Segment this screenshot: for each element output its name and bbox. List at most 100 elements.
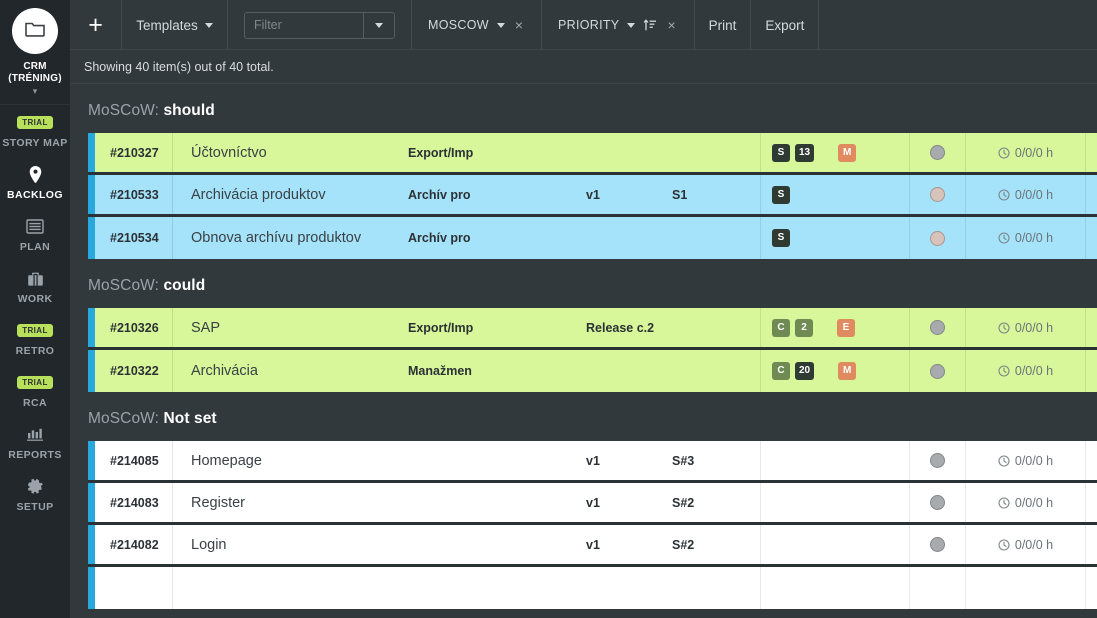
- row-id[interactable]: #214082: [95, 525, 173, 564]
- row-sprint[interactable]: S#2: [672, 525, 760, 564]
- row-title[interactable]: Register: [173, 483, 408, 522]
- item-badge[interactable]: 20: [795, 362, 814, 380]
- row-sprint[interactable]: S1: [672, 175, 760, 214]
- item-badge[interactable]: S: [772, 144, 790, 162]
- table-row[interactable]: #214085Homepagev1S#30/0/0 h: [88, 441, 1097, 483]
- project-switcher-chevron-down-icon[interactable]: ▾: [33, 87, 38, 96]
- item-badge[interactable]: 13: [795, 144, 814, 162]
- row-epic[interactable]: Archív pro: [408, 175, 586, 214]
- row-version[interactable]: [586, 350, 672, 392]
- status-badge[interactable]: [930, 231, 945, 246]
- item-badge[interactable]: M: [838, 144, 856, 162]
- print-button[interactable]: Print: [695, 0, 752, 50]
- sort-ascending-icon[interactable]: [643, 18, 657, 32]
- chevron-down-icon[interactable]: [627, 23, 635, 28]
- row-drag-handle[interactable]: [88, 350, 95, 392]
- row-title[interactable]: Login: [173, 525, 408, 564]
- item-badge[interactable]: S: [772, 186, 790, 204]
- sidebar-item-setup[interactable]: SETUP: [0, 469, 70, 521]
- table-row[interactable]: [88, 567, 1097, 609]
- item-badge[interactable]: 2: [795, 319, 813, 337]
- item-badge[interactable]: C: [772, 319, 790, 337]
- row-sprint[interactable]: [672, 350, 760, 392]
- row-version[interactable]: [586, 133, 672, 172]
- table-row[interactable]: #214083Registerv1S#20/0/0 h: [88, 483, 1097, 525]
- row-title[interactable]: Archivácia: [173, 350, 408, 392]
- row-version[interactable]: v1: [586, 175, 672, 214]
- row-epic[interactable]: Manažmen: [408, 350, 586, 392]
- filter-dropdown-button[interactable]: [363, 13, 394, 38]
- row-sprint[interactable]: S#2: [672, 483, 760, 522]
- row-sprint[interactable]: [672, 308, 760, 347]
- row-title[interactable]: Archivácia produktov: [173, 175, 408, 214]
- row-epic[interactable]: [408, 441, 586, 480]
- row-epic[interactable]: [408, 567, 586, 609]
- status-badge[interactable]: [930, 495, 945, 510]
- filter-chip-moscow[interactable]: MOSCOW ×: [412, 0, 542, 50]
- project-logo[interactable]: [12, 8, 58, 54]
- row-epic[interactable]: [408, 483, 586, 522]
- table-row[interactable]: #210327ÚčtovníctvoExport/ImpS13M0/0/0 h: [88, 133, 1097, 175]
- row-title[interactable]: Obnova archívu produktov: [173, 217, 408, 259]
- row-drag-handle[interactable]: [88, 441, 95, 480]
- table-row[interactable]: #210322ArchiváciaManažmenC20M0/0/0 h: [88, 350, 1097, 392]
- row-version[interactable]: v1: [586, 525, 672, 564]
- row-sprint[interactable]: S#3: [672, 441, 760, 480]
- close-icon[interactable]: ×: [665, 18, 677, 32]
- sidebar-item-story-map[interactable]: TRIAL STORY MAP: [0, 105, 70, 157]
- row-drag-handle[interactable]: [88, 525, 95, 564]
- row-sprint[interactable]: [672, 217, 760, 259]
- row-id[interactable]: #214083: [95, 483, 173, 522]
- status-badge[interactable]: [930, 537, 945, 552]
- item-badge[interactable]: E: [837, 319, 855, 337]
- row-id[interactable]: #210327: [95, 133, 173, 172]
- row-epic[interactable]: [408, 525, 586, 564]
- row-id[interactable]: #210326: [95, 308, 173, 347]
- sidebar-item-retro[interactable]: TRIAL RETRO: [0, 313, 70, 365]
- row-drag-handle[interactable]: [88, 567, 95, 609]
- table-row[interactable]: #214082Loginv1S#20/0/0 h: [88, 525, 1097, 567]
- sidebar-item-work[interactable]: WORK: [0, 261, 70, 313]
- row-id[interactable]: #210322: [95, 350, 173, 392]
- filter-chip-priority[interactable]: PRIORITY ×: [542, 0, 695, 50]
- status-badge[interactable]: [930, 320, 945, 335]
- row-epic[interactable]: Export/Imp: [408, 308, 586, 347]
- item-badge[interactable]: M: [838, 362, 856, 380]
- row-version[interactable]: Release c.2: [586, 308, 672, 347]
- row-id[interactable]: #214085: [95, 441, 173, 480]
- row-sprint[interactable]: [672, 133, 760, 172]
- row-id[interactable]: #210534: [95, 217, 173, 259]
- close-icon[interactable]: ×: [513, 18, 525, 32]
- row-title[interactable]: Homepage: [173, 441, 408, 480]
- sidebar-item-backlog[interactable]: BACKLOG: [0, 157, 70, 209]
- templates-dropdown[interactable]: Templates: [122, 0, 228, 50]
- status-badge[interactable]: [930, 453, 945, 468]
- table-row[interactable]: #210533Archivácia produktovArchív prov1S…: [88, 175, 1097, 217]
- row-title[interactable]: SAP: [173, 308, 408, 347]
- row-drag-handle[interactable]: [88, 308, 95, 347]
- sidebar-item-reports[interactable]: REPORTS: [0, 417, 70, 469]
- row-epic[interactable]: Export/Imp: [408, 133, 586, 172]
- row-epic[interactable]: Archív pro: [408, 217, 586, 259]
- row-version[interactable]: v1: [586, 483, 672, 522]
- row-version[interactable]: v1: [586, 441, 672, 480]
- row-drag-handle[interactable]: [88, 175, 95, 214]
- row-title[interactable]: Účtovníctvo: [173, 133, 408, 172]
- row-version[interactable]: [586, 567, 672, 609]
- table-row[interactable]: #210534Obnova archívu produktovArchív pr…: [88, 217, 1097, 259]
- row-sprint[interactable]: [672, 567, 760, 609]
- item-badge[interactable]: C: [772, 362, 790, 380]
- row-id[interactable]: [95, 567, 173, 609]
- table-row[interactable]: #210326SAPExport/ImpRelease c.2C2E0/0/0 …: [88, 308, 1097, 350]
- status-badge[interactable]: [930, 187, 945, 202]
- row-drag-handle[interactable]: [88, 217, 95, 259]
- sidebar-item-rca[interactable]: TRIAL RCA: [0, 365, 70, 417]
- row-title[interactable]: [173, 567, 408, 609]
- add-item-button[interactable]: +: [70, 0, 122, 50]
- row-version[interactable]: [586, 217, 672, 259]
- row-id[interactable]: #210533: [95, 175, 173, 214]
- sidebar-item-plan[interactable]: PLAN: [0, 209, 70, 261]
- chevron-down-icon[interactable]: [497, 23, 505, 28]
- item-badge[interactable]: S: [772, 229, 790, 247]
- filter-input[interactable]: [245, 13, 363, 38]
